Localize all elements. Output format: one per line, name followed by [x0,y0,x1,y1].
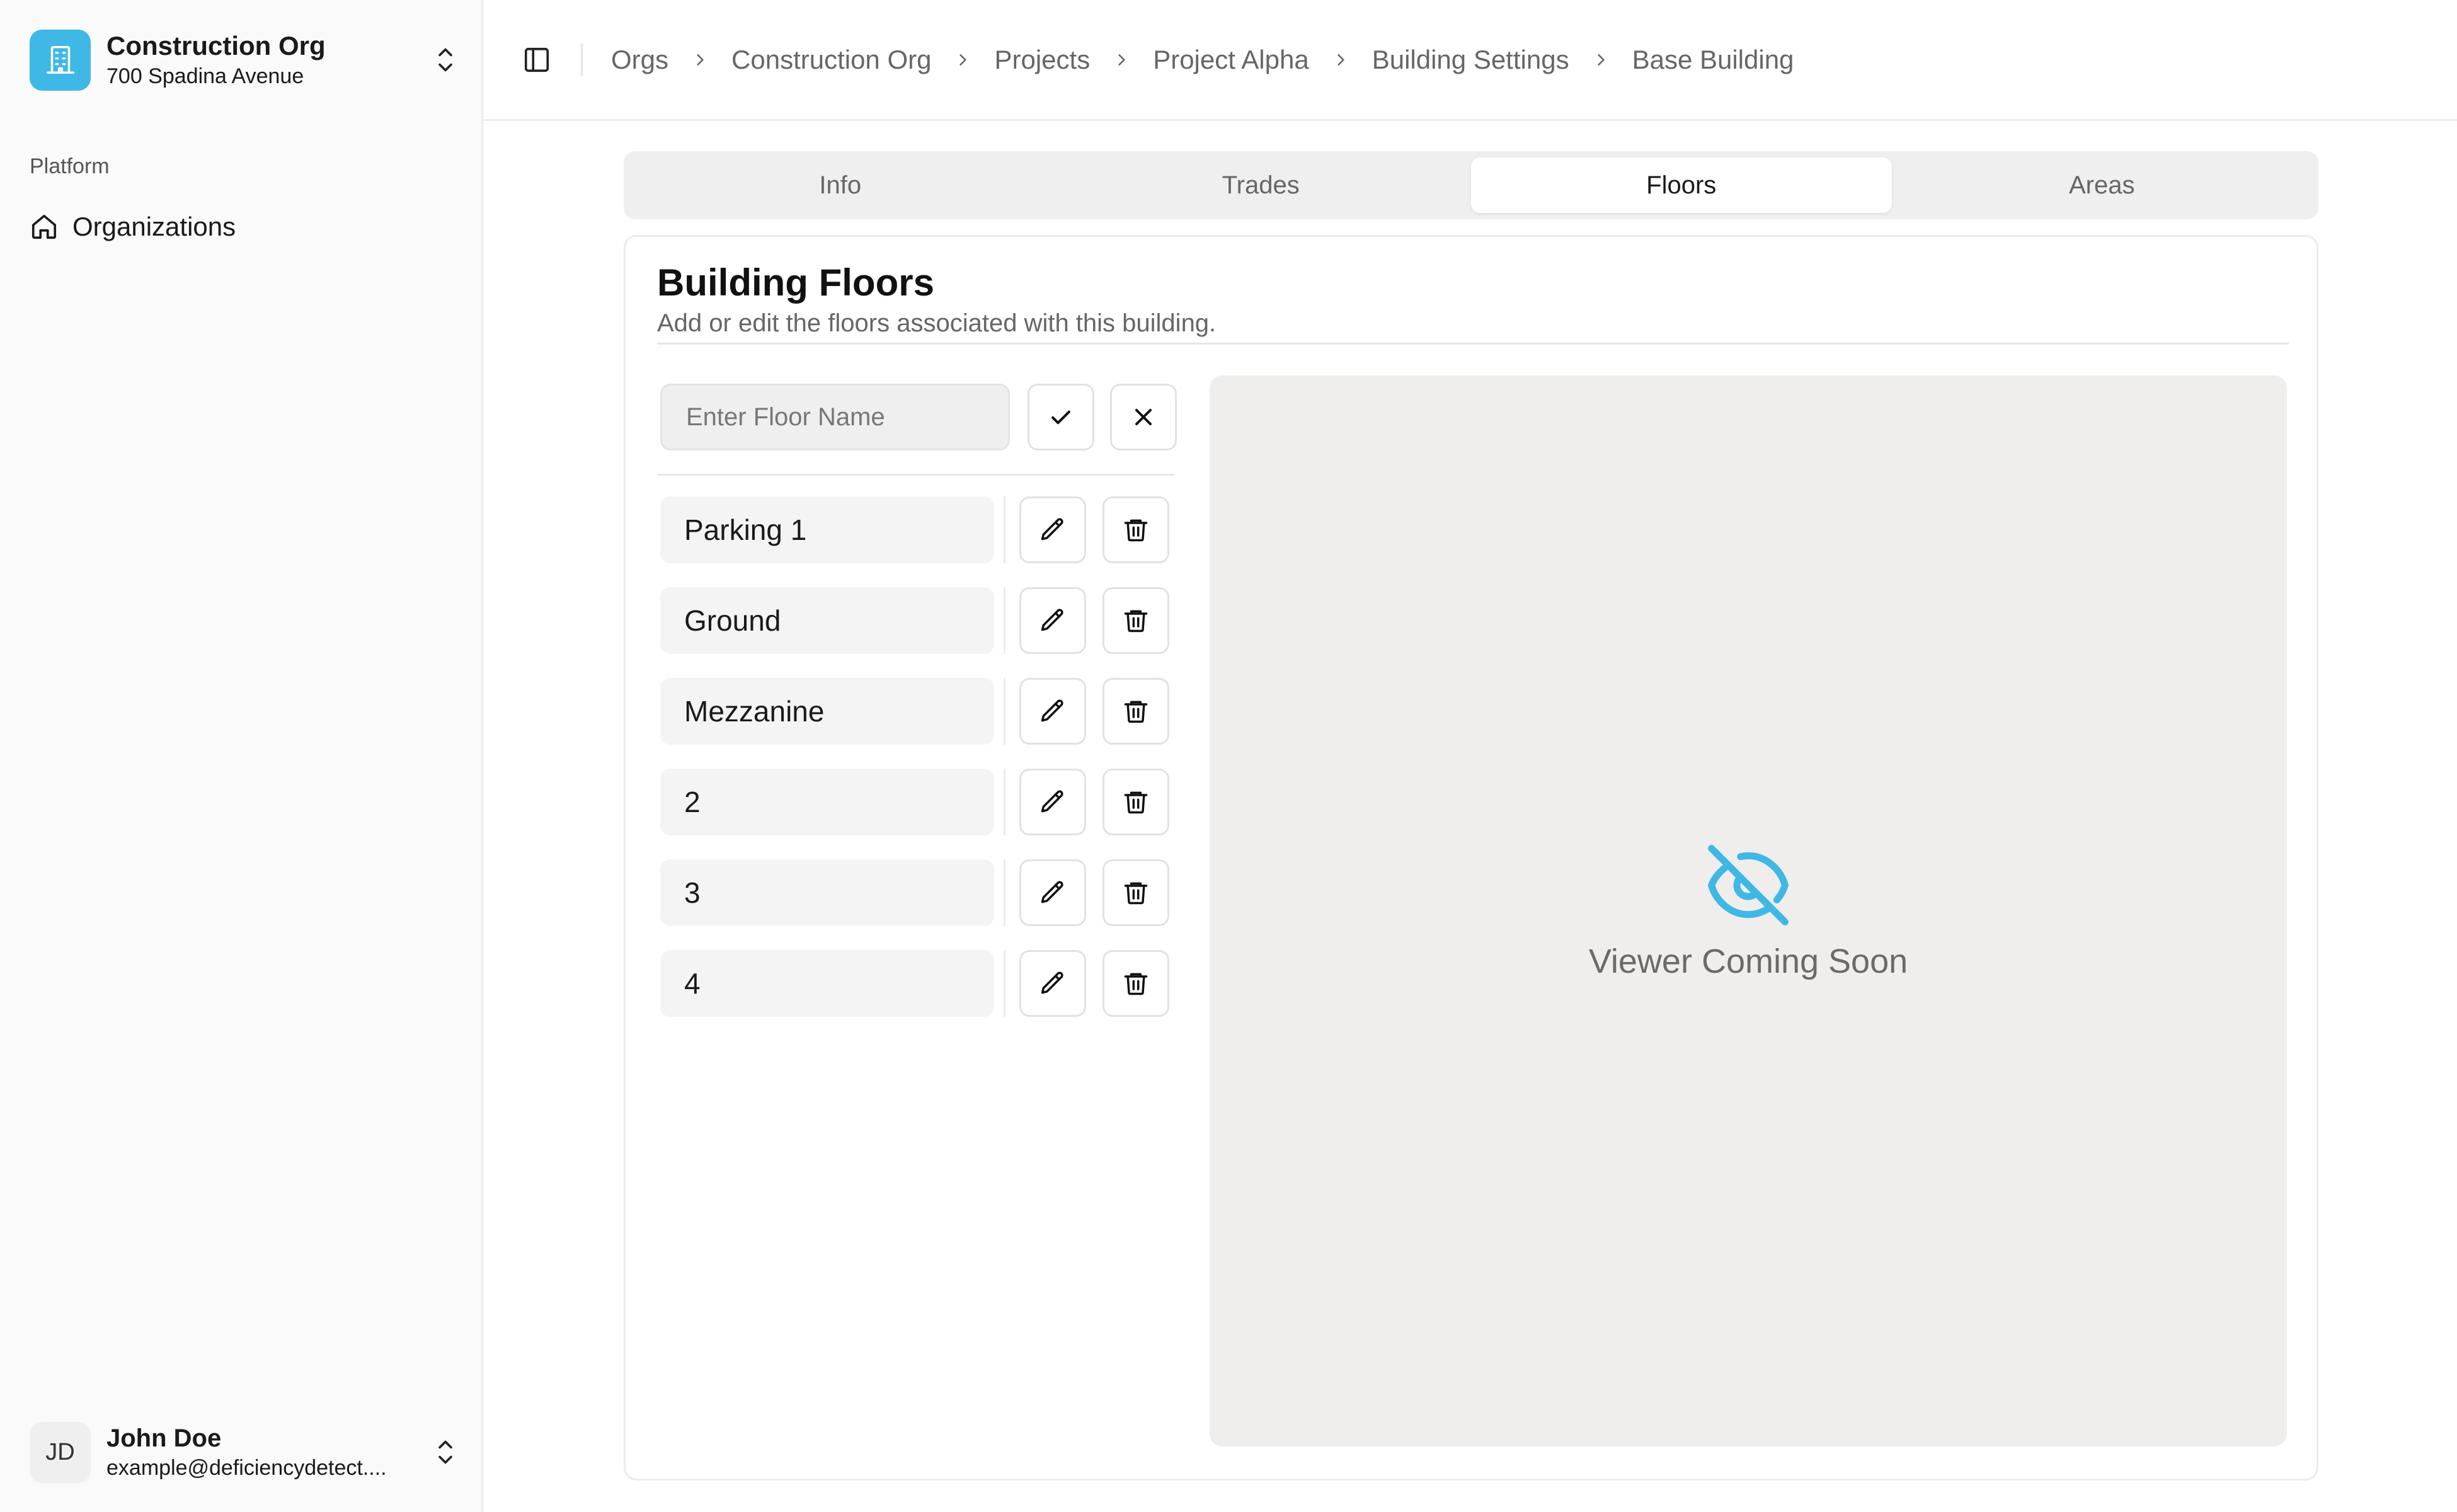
edit-floor-button[interactable] [1019,587,1086,654]
chevron-right-icon [954,52,971,68]
sidebar: Construction Org 700 Spadina Avenue Plat… [0,0,483,1512]
divider [581,43,583,76]
floor-row: 2 [660,769,1177,835]
check-icon [1051,410,1070,425]
breadcrumb-orgs[interactable]: Orgs [611,45,668,75]
user-email: example@deficiencydetect.... [106,1456,387,1480]
edit-floor-button[interactable] [1019,678,1086,745]
pencil-icon [1041,971,1063,994]
floor-name: 2 [660,769,994,835]
divider [1004,769,1005,835]
close-icon [1135,408,1152,426]
delete-floor-button[interactable] [1102,678,1169,745]
chevrons-up-down-icon [433,41,458,79]
delete-floor-button[interactable] [1102,496,1169,563]
floor-row: Parking 1 [660,496,1177,563]
edit-floor-button[interactable] [1019,769,1086,835]
breadcrumb-base-building: Base Building [1632,44,1794,74]
breadcrumb-projects[interactable]: Projects [994,45,1090,75]
home-icon [32,214,57,239]
floor-name: 3 [660,859,994,926]
org-switcher[interactable]: Construction Org 700 Spadina Avenue [30,28,458,91]
edit-floor-button[interactable] [1019,859,1086,926]
card-title: Building Floors [657,261,934,304]
floor-row: Mezzanine [660,678,1177,745]
chevron-right-icon [1113,52,1130,68]
trash-icon [1124,791,1148,814]
eye-off-icon [1708,845,1789,925]
sidebar-item-organizations[interactable]: Organizations [30,208,236,246]
divider [657,343,2289,345]
sidebar-toggle-button[interactable] [518,41,556,79]
edit-floor-button[interactable] [1019,496,1086,563]
sidebar-item-label: Organizations [72,212,236,241]
delete-floor-button[interactable] [1102,859,1169,926]
tab-trades[interactable]: Trades [1051,158,1472,213]
trash-icon [1124,973,1148,995]
pencil-icon [1041,518,1063,541]
breadcrumb-project-alpha[interactable]: Project Alpha [1153,45,1309,75]
pencil-icon [1041,609,1063,631]
avatar: JD [30,1421,91,1483]
trash-icon [1124,882,1148,905]
divider [1004,859,1005,926]
breadcrumb-building-settings[interactable]: Building Settings [1372,45,1569,75]
floor-name: Ground [660,587,994,654]
card-description: Add or edit the floors associated with t… [657,309,1217,337]
breadcrumb-construction-org[interactable]: Construction Org [731,45,931,75]
viewer-placeholder: Viewer Coming Soon [1210,375,2287,1446]
delete-floor-button[interactable] [1102,587,1169,654]
chevron-right-icon [1593,52,1609,68]
tab-floors[interactable]: Floors [1471,158,1892,213]
floor-row: 3 [660,859,1177,926]
delete-floor-button[interactable] [1102,769,1169,835]
building-icon [30,29,91,91]
breadcrumb: Orgs Construction Org Projects Project A… [611,45,1794,75]
trash-icon [1124,610,1148,633]
divider [1004,587,1005,654]
pencil-icon [1041,790,1063,813]
divider [1004,496,1005,563]
pencil-icon [1041,881,1063,903]
tab-info[interactable]: Info [630,158,1051,213]
cancel-floor-button[interactable] [1110,384,1177,450]
viewer-message: Viewer Coming Soon [1588,942,1908,980]
chevrons-up-down-icon [433,1433,458,1471]
trash-icon [1124,519,1148,542]
floor-name-input[interactable] [660,384,1010,450]
floor-name: Parking 1 [660,496,994,563]
user-switcher[interactable]: JD John Doe example@deficiencydetect.... [30,1421,458,1484]
divider [657,474,1175,476]
floor-row: 4 [660,950,1177,1017]
org-address: 700 Spadina Avenue [106,64,304,88]
building-floors-card: Building Floors Add or edit the floors a… [624,235,2318,1480]
divider [1004,678,1005,745]
edit-floor-button[interactable] [1019,950,1086,1017]
chevron-right-icon [1332,52,1349,68]
top-bar: Orgs Construction Org Projects Project A… [483,0,2457,121]
user-name: John Doe [106,1424,222,1452]
org-name: Construction Org [106,31,326,60]
floor-name: 4 [660,950,994,1017]
chevron-right-icon [692,52,708,68]
tab-areas[interactable]: Areas [1892,158,2313,213]
tab-list: Info Trades Floors Areas [624,151,2318,219]
panel-left-icon [524,47,549,72]
floor-row: Ground [660,587,1177,654]
delete-floor-button[interactable] [1102,950,1169,1017]
trash-icon [1124,701,1148,723]
confirm-floor-button[interactable] [1028,384,1094,450]
divider [1004,950,1005,1017]
sidebar-section-label: Platform [30,154,110,178]
pencil-icon [1041,699,1063,722]
floor-name: Mezzanine [660,678,994,745]
